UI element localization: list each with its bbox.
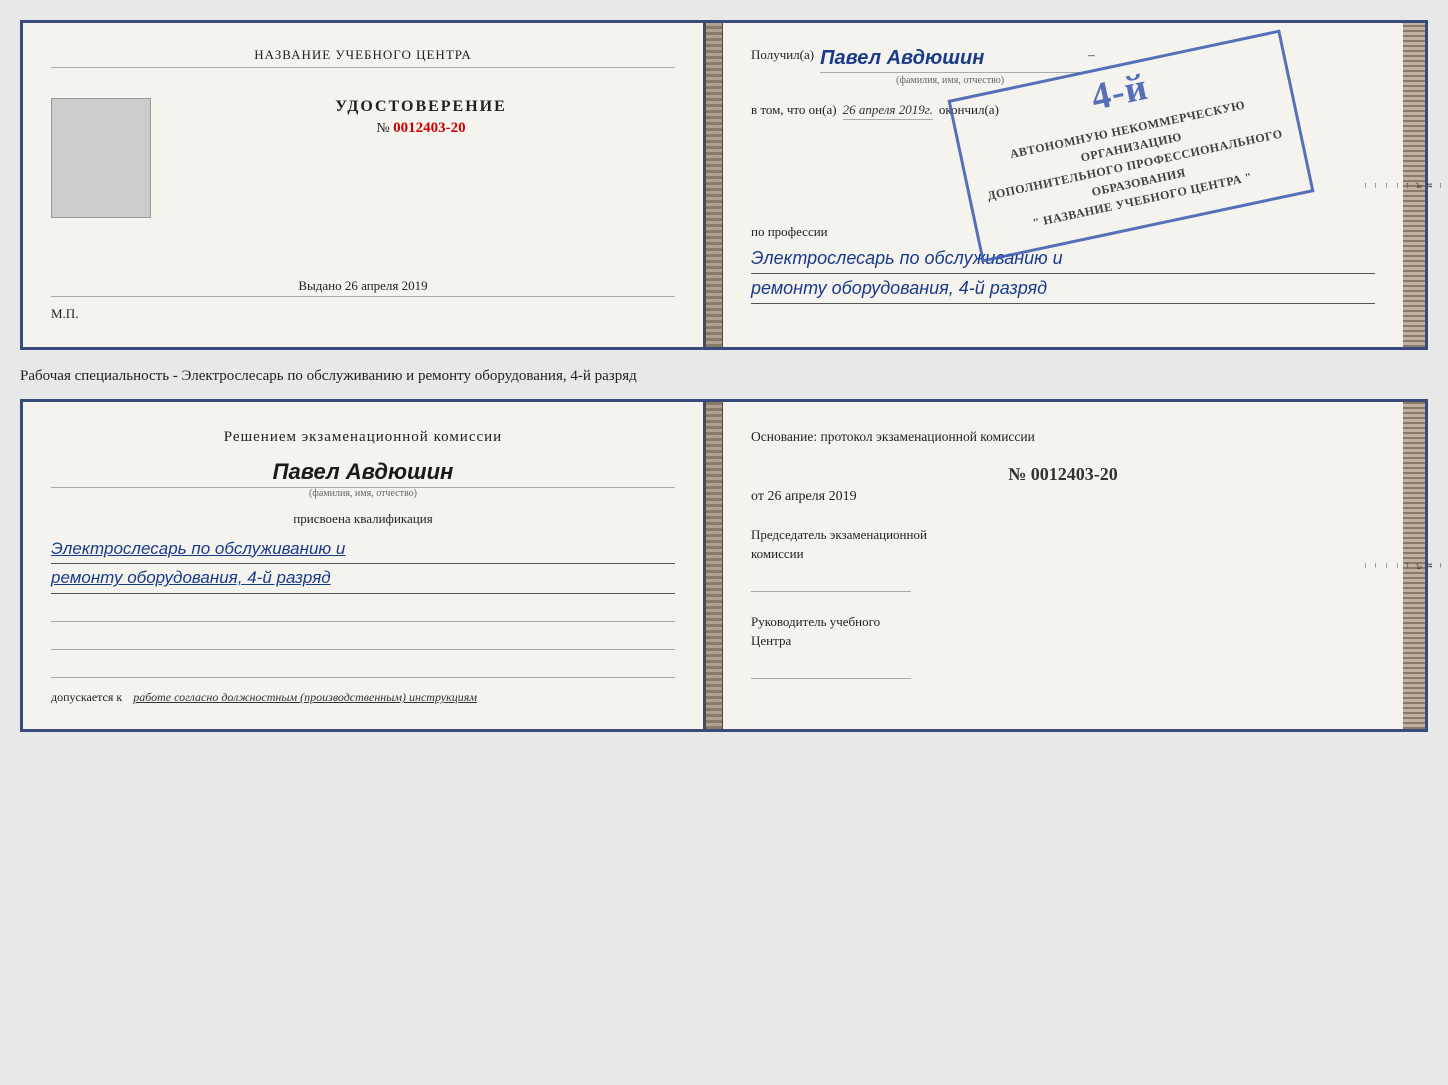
side-char-a: ,а — [1414, 181, 1425, 190]
side-arrow: ← — [1403, 181, 1414, 190]
training-center-title: НАЗВАНИЕ УЧЕБНОГО ЦЕНТРА — [51, 47, 675, 68]
profession-value-line2: ремонту оборудования, 4-й разряд — [751, 274, 1375, 304]
chairman-label: Председатель экзаменационной комиссии — [751, 525, 1375, 564]
spine-decoration — [705, 23, 723, 347]
issued-line: Выдано 26 апреля 2019 — [51, 278, 675, 297]
decision-title: Решением экзаменационной комиссии — [51, 426, 675, 449]
bottom-right-side-deco: – – – и ,а ← – – – – — [1403, 402, 1425, 729]
bottom-cert-left: Решением экзаменационной комиссии Павел … — [23, 402, 705, 729]
chairman-signature-line — [751, 572, 911, 592]
head-label-1: Руководитель учебного — [751, 614, 880, 629]
issued-label: Выдано — [298, 278, 341, 293]
osnование-text: Основание: протокол экзаменационной коми… — [751, 429, 1035, 444]
osnование-label: Основание: протокол экзаменационной коми… — [751, 426, 1375, 448]
top-left-content: НАЗВАНИЕ УЧЕБНОГО ЦЕНТРА УДОСТОВЕРЕНИЕ №… — [51, 47, 675, 323]
protocol-number: 0012403-20 — [1031, 464, 1118, 484]
profession-label: по профессии — [751, 224, 1375, 240]
chairman-label-1: Председатель экзаменационной — [751, 527, 927, 542]
head-label-2: Центра — [751, 633, 791, 648]
cert-number-block: УДОСТОВЕРЕНИЕ № 0012403-20 — [167, 98, 675, 137]
vtom-date: 26 апреля 2019г. — [843, 102, 933, 120]
vtom-prefix: в том, что он(а) — [751, 102, 837, 118]
dash-separator: – — [1088, 47, 1095, 63]
bottom-cert-right: Основание: протокол экзаменационной коми… — [723, 402, 1403, 729]
blank-line-3 — [51, 658, 675, 678]
qualification-line2: ремонту оборудования, 4-й разряд — [51, 564, 675, 594]
protocol-date: 26 апреля 2019 — [767, 489, 856, 504]
protocol-date-line: от 26 апреля 2019 — [751, 489, 1375, 505]
b-side-char-a: ,а — [1414, 561, 1425, 570]
profession-value-line1: Электрослесарь по обслуживанию и — [751, 244, 1375, 274]
recipient-name-block: Павел Авдюшин (фамилия, имя, отчество) — [820, 47, 1080, 86]
cert-number-prefix: № — [376, 121, 389, 136]
head-block: Руководитель учебного Центра — [751, 612, 1375, 679]
recipient-name: Павел Авдюшин — [820, 47, 1080, 70]
bottom-person-name: Павел Авдюшин — [51, 459, 675, 488]
stamp-spacer — [751, 128, 1375, 208]
blank-line-2 — [51, 630, 675, 650]
vtom-block: в том, что он(а) 26 апреля 2019г. окончи… — [751, 102, 1375, 120]
recipient-block: Получил(а) Павел Авдюшин (фамилия, имя, … — [751, 47, 1375, 86]
date-prefix: от — [751, 489, 764, 504]
b-side-arrow: ← — [1403, 561, 1414, 570]
head-signature-line — [751, 659, 911, 679]
b-side-char-i: и — [1425, 561, 1436, 570]
top-cert-left: НАЗВАНИЕ УЧЕБНОГО ЦЕНТРА УДОСТОВЕРЕНИЕ №… — [23, 23, 705, 347]
side-char-i: и — [1425, 181, 1436, 190]
допускается-value: работе согласно должностным (производств… — [133, 690, 477, 705]
bottom-certificate: Решением экзаменационной комиссии Павел … — [20, 399, 1428, 732]
assigned-label: присвоена квалификация — [51, 511, 675, 527]
chairman-label-2: комиссии — [751, 546, 804, 561]
cert-title: УДОСТОВЕРЕНИЕ — [335, 98, 507, 116]
mp-label: М.П. — [51, 306, 78, 321]
top-certificate: НАЗВАНИЕ УЧЕБНОГО ЦЕНТРА УДОСТОВЕРЕНИЕ №… — [20, 20, 1428, 350]
допускается-label: допускается к — [51, 690, 122, 705]
допускается-block: допускается к работе согласно должностны… — [51, 690, 675, 705]
okonchil-label: окончил(а) — [939, 102, 999, 118]
profession-block: по профессии Электрослесарь по обслужива… — [751, 224, 1375, 304]
bottom-spine-decoration — [705, 402, 723, 729]
blank-line-1 — [51, 602, 675, 622]
protocol-prefix: № — [1008, 464, 1026, 484]
protocol-number-line: № 0012403-20 — [751, 464, 1375, 485]
issued-date: 26 апреля 2019 — [345, 278, 428, 293]
head-label: Руководитель учебного Центра — [751, 612, 1375, 651]
chairman-block: Председатель экзаменационной комиссии — [751, 525, 1375, 592]
top-cert-right: 4-й АВТОНОМНУЮ НЕКОММЕРЧЕСКУЮ ОРГАНИЗАЦИ… — [723, 23, 1403, 347]
b-side-dash-3: – — [1436, 561, 1447, 570]
side-dash-3: – — [1436, 181, 1447, 190]
between-text: Рабочая специальность - Электрослесарь п… — [20, 362, 1428, 387]
fio-hint-top: (фамилия, имя, отчество) — [820, 72, 1080, 86]
cert-number: 0012403-20 — [393, 120, 466, 136]
cert-number-line: № 0012403-20 — [376, 120, 465, 137]
bottom-fio-hint: (фамилия, имя, отчество) — [51, 488, 675, 499]
qualification-line1: Электрослесарь по обслуживанию и — [51, 535, 675, 565]
recipient-prefix: Получил(а) — [751, 47, 814, 63]
right-side-deco: – – – и ,а ← – – – – — [1403, 23, 1425, 347]
photo-placeholder — [51, 98, 151, 218]
